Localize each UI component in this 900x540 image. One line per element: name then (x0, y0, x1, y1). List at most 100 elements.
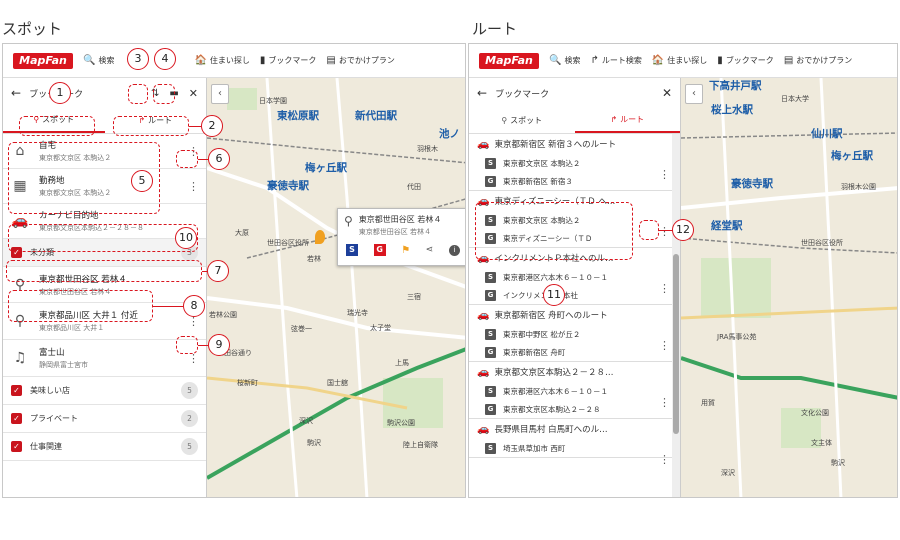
info-icon[interactable]: i (448, 244, 460, 256)
map-place: 瑞光寺 (347, 309, 368, 317)
highlight-box (475, 202, 633, 260)
route-item[interactable]: 🚗 東京都文京区本駒込２－２８… S 東京都港区六本木６－１０－１ G 東京都文京区本駒込… (469, 362, 680, 419)
bookmark-icon: ▮ (717, 55, 723, 66)
goal-marker-icon: G (485, 346, 496, 358)
route-list: 🚗 東京都新宿区 新宿３へのルート S 東京都文京区 本駒込２ G 東京都新宿区 新宿３ ⋮… (469, 134, 680, 464)
search-icon: 🔍 (83, 55, 96, 66)
close-icon[interactable]: ✕ (662, 86, 672, 100)
start-marker-icon: S (485, 442, 496, 454)
more-icon[interactable]: ⋮ (659, 339, 670, 352)
route-item[interactable]: 🚗 長野県目馬村 白馬町へのル… S 埼玉県草加市 西町 ⋮ (469, 419, 680, 464)
checkbox[interactable]: ✓ (11, 413, 22, 424)
route-start: 埼玉県草加市 西町 (503, 443, 566, 453)
route-item[interactable]: 🚗 東京都新宿区 新宿３へのルート S 東京都文京区 本駒込２ G 東京都新宿区 新宿３ ⋮ (469, 134, 680, 191)
route-goal: 東京都文京区本駒込２－２８ (503, 404, 601, 414)
collapse-sidebar-button[interactable]: ‹ (685, 84, 703, 104)
highlight-box (8, 290, 153, 322)
sidebar-header: ← ブックマーク ✕ (469, 78, 680, 108)
folder-item[interactable]: ✓ 仕事関連 5 (3, 433, 206, 461)
map-place: 大原 (235, 229, 249, 237)
map-station: 桜上水駅 (711, 104, 753, 116)
map-station: 豪徳寺駅 (731, 178, 773, 190)
checkbox[interactable]: ✓ (11, 441, 22, 452)
nav-home-search[interactable]: 🏠 住まい探し (194, 55, 249, 66)
collapse-sidebar-button[interactable]: ‹ (211, 84, 229, 104)
share-icon[interactable]: ⋖ (426, 245, 434, 255)
route-start: 東京都港区六本木６－１０－１ (503, 272, 608, 282)
route-goal: 東京都新宿区 新宿３ (503, 176, 573, 186)
goal-marker-icon: G (485, 289, 496, 301)
nav-bookmark[interactable]: ▮ ブックマーク (260, 55, 317, 66)
route-search-icon: ↱ (590, 55, 599, 66)
plan-icon: ▤ (326, 55, 336, 66)
close-icon[interactable]: ✕ (189, 87, 198, 100)
map-place: 国士舘 (327, 379, 348, 387)
start-marker-icon: S (485, 157, 496, 169)
route-item[interactable]: 🚗 東京都新宿区 舟町へのルート S 東京都中野区 松が丘２ G 東京都新宿区 舟町 ⋮ (469, 305, 680, 362)
more-icon[interactable]: ⋮ (659, 282, 670, 295)
map-place: 駒沢 (831, 459, 845, 467)
flag-icon[interactable]: ⚑ (401, 245, 410, 256)
top-bar: MapFan 🔍 検索 ↱ ルート検索 🏠 住まい探し ▮ ブックマーク ▤ おでかけプラ… (469, 44, 897, 78)
tab-spot[interactable]: ⚲ スポット (469, 108, 575, 133)
folder-item[interactable]: ✓ プライベート 2 (3, 405, 206, 433)
back-arrow-icon[interactable]: ← (477, 86, 487, 100)
more-icon[interactable]: ⋮ (659, 453, 670, 464)
map-place: 三宿 (407, 293, 421, 301)
set-start-button[interactable]: S (346, 244, 358, 256)
mapfan-logo[interactable]: MapFan (13, 52, 73, 69)
mapfan-logo[interactable]: MapFan (479, 52, 539, 69)
bookmark-sidebar: ← ブックマーク ✕ ⚲ スポット ↱ ルート 🚗 東京都新宿区 新宿３へのルート S 東… (469, 78, 681, 497)
scrollbar-thumb[interactable] (673, 254, 679, 434)
map-place: 羽根木 (417, 145, 438, 153)
more-icon[interactable]: ⋮ (659, 168, 670, 181)
nav-route-search[interactable]: ↱ ルート検索 (590, 55, 641, 66)
back-arrow-icon[interactable]: ← (11, 86, 21, 100)
nav-plan[interactable]: ▤ おでかけプラン (784, 55, 852, 66)
popup-sub: 東京都世田谷区 若林４ (358, 228, 432, 236)
leader-line (153, 306, 183, 307)
car-icon: 🚗 (477, 423, 490, 435)
map-canvas (207, 78, 465, 497)
checkbox[interactable]: ✓ (11, 385, 22, 396)
callout-4: 4 (154, 48, 176, 70)
nav-bookmark[interactable]: ▮ ブックマーク (717, 55, 774, 66)
map-place: 文化公園 (801, 409, 829, 417)
nav-search[interactable]: 🔍 検索 (549, 55, 580, 66)
start-marker-icon: S (485, 385, 496, 397)
search-icon: 🔍 (549, 55, 562, 66)
map-station: 経堂駅 (711, 220, 743, 232)
route-title: 長野県目馬村 白馬町へのル… (494, 425, 608, 435)
tab-route[interactable]: ↱ ルート (574, 108, 680, 133)
highlight-box (128, 84, 148, 104)
map-place: 深沢 (721, 469, 735, 477)
nav-plan[interactable]: ▤ おでかけプラン (326, 55, 394, 66)
set-goal-button[interactable]: G (373, 244, 386, 256)
callout-5: 5 (131, 170, 153, 192)
nav-home-search[interactable]: 🏠 住まい探し (652, 55, 707, 66)
highlight-box (19, 116, 95, 136)
map-station: 梅ヶ丘駅 (831, 150, 873, 162)
more-icon[interactable]: ⋮ (659, 396, 670, 409)
map-place: 上馬 (395, 359, 409, 367)
folder-item[interactable]: ✓ 美味しい店 5 (3, 377, 206, 405)
map-station: 東松原駅 (277, 110, 319, 122)
route-title: 東京都文京区本駒込２－２８… (494, 368, 614, 378)
scrollbar[interactable] (672, 134, 680, 497)
route-goal: 東京都新宿区 舟町 (503, 347, 566, 357)
more-icon[interactable]: ⋮ (659, 225, 670, 238)
tab-bar: ⚲ スポット ↱ ルート (469, 108, 680, 134)
spot-screenshot: MapFan 🔍 検索 🏠 住まい探し ▮ ブックマーク ▤ おでかけプラン 東松原駅 … (2, 43, 466, 498)
map-station: 豪徳寺駅 (267, 180, 309, 192)
route-screenshot: MapFan 🔍 検索 ↱ ルート検索 🏠 住まい探し ▮ ブックマーク ▤ おでかけプラ… (468, 43, 898, 498)
more-icon[interactable]: ⋮ (188, 180, 199, 193)
map-area[interactable]: 東松原駅 新代田駅 梅ヶ丘駅 豪徳寺駅 池ノ 日本学園 羽根木 代田 世田谷区役… (207, 78, 465, 497)
map-place: 陸上自衛隊 (403, 441, 438, 449)
callout-2: 2 (201, 115, 223, 137)
nav-search[interactable]: 🔍 検索 (83, 55, 114, 66)
map-area[interactable]: 下高井戸駅 桜上水駅 仙川駅 梅ヶ丘駅 豪徳寺駅 経堂駅 日本大学 羽根木公園 … (681, 78, 897, 497)
map-place: JRA馬事公苑 (717, 333, 757, 341)
goal-marker-icon: G (485, 175, 496, 187)
sidebar-title: ブックマーク (495, 89, 550, 100)
map-marker[interactable] (315, 230, 325, 244)
